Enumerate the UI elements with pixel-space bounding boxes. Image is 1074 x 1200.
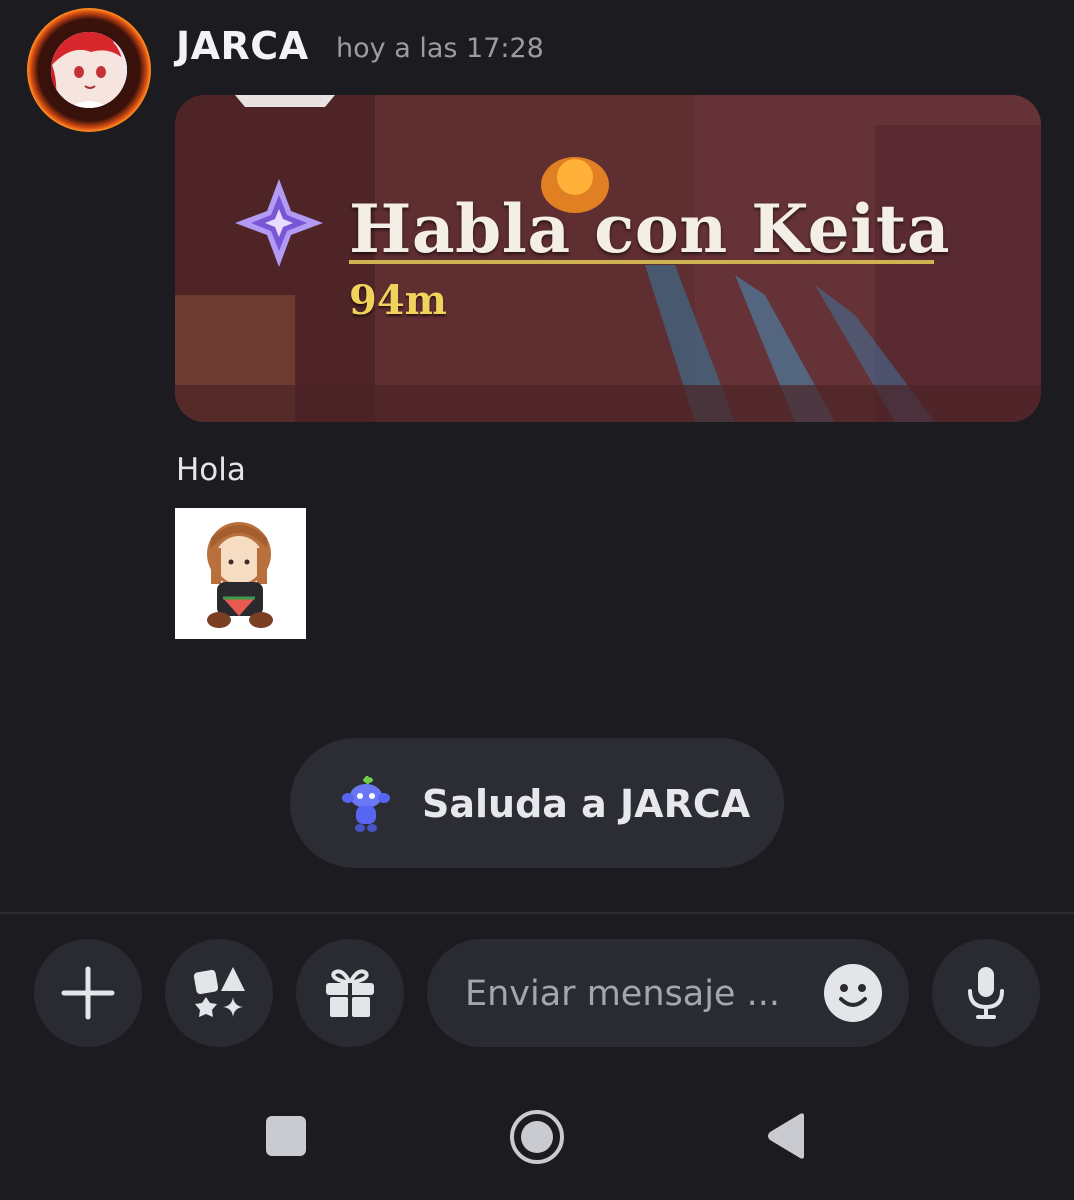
message-text: Hola [176, 452, 246, 488]
emoji-button[interactable] [823, 963, 883, 1023]
divider [0, 912, 1074, 914]
back-button[interactable] [764, 1112, 808, 1164]
microphone-icon [968, 967, 1004, 1019]
back-triangle-icon [768, 1113, 804, 1159]
avatar-image [51, 32, 127, 108]
gift-icon [326, 969, 374, 1017]
avatar[interactable] [27, 8, 151, 132]
quest-distance: 94m [349, 277, 447, 324]
apps-shapes-icon [193, 967, 245, 1017]
add-attachment-button[interactable] [34, 939, 142, 1047]
wave-button[interactable]: Saluda a JARCA [290, 738, 784, 868]
username[interactable]: JARCA [176, 24, 309, 68]
plush-doll-sticker[interactable] [175, 508, 306, 639]
apps-button[interactable] [165, 939, 273, 1047]
recents-button[interactable] [264, 1114, 308, 1162]
plus-icon [61, 966, 115, 1020]
quest-underline [349, 260, 934, 264]
home-circle-icon [510, 1110, 564, 1164]
smile-icon [824, 964, 882, 1022]
wave-button-label: Saluda a JARCA [422, 782, 751, 826]
quest-title: Habla con Keita [349, 190, 950, 268]
gift-button[interactable] [296, 939, 404, 1047]
voice-message-button[interactable] [932, 939, 1040, 1047]
wumpus-icon [342, 776, 390, 832]
message-input[interactable] [463, 961, 807, 1027]
recents-square-icon [266, 1116, 306, 1156]
image-attachment[interactable]: Habla con Keita 94m [175, 95, 1041, 422]
message-timestamp: hoy a las 17:28 [336, 33, 544, 64]
message-input-container [427, 939, 909, 1047]
chat-screen: JARCA hoy a las 17:28 Habla con Keita 94… [0, 0, 1074, 1200]
home-button[interactable] [508, 1108, 566, 1170]
quest-star-icon [235, 179, 323, 267]
